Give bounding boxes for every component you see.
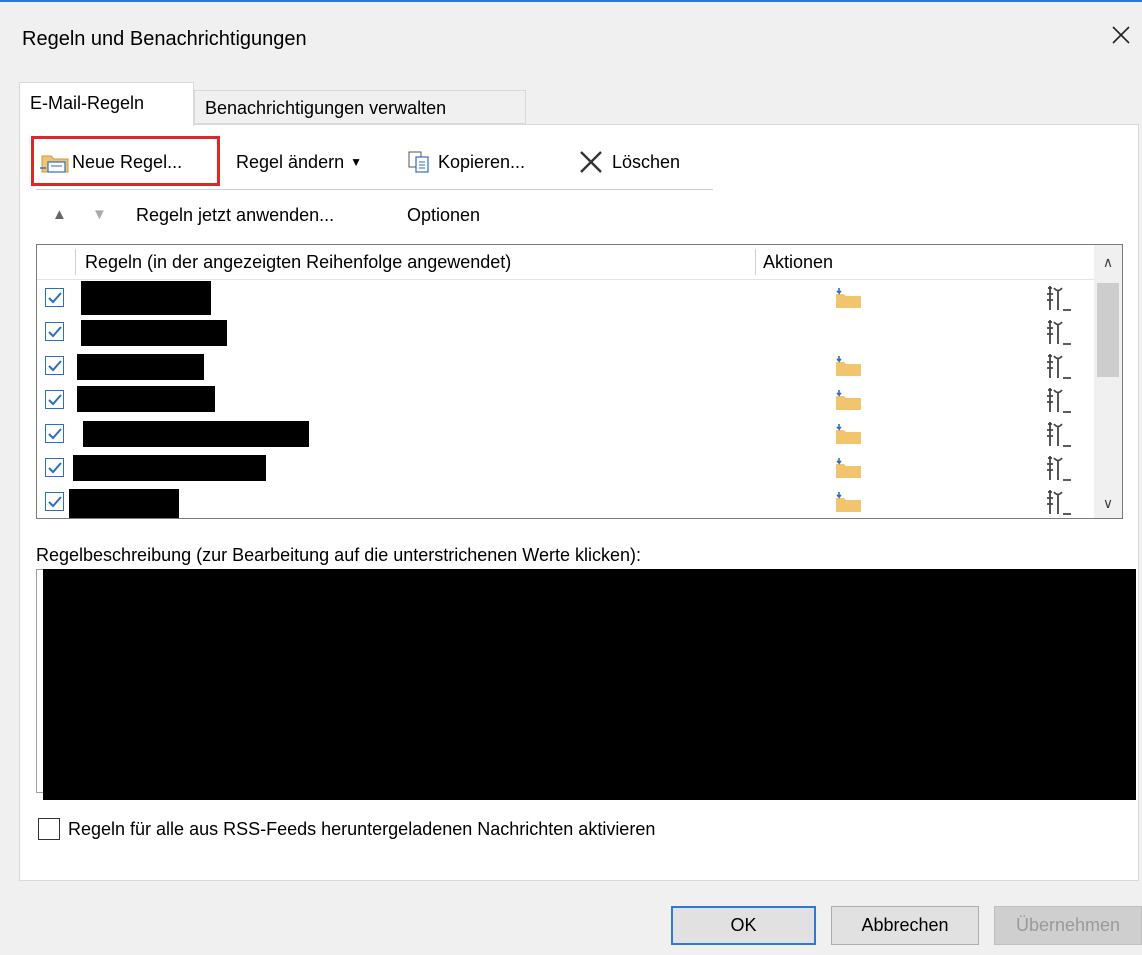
delete-icon	[580, 151, 602, 173]
checkmark-icon	[48, 394, 62, 406]
move-to-folder-icon	[836, 424, 861, 444]
checkmark-icon	[48, 462, 62, 474]
checkmark-icon	[48, 360, 62, 372]
rule-checkbox[interactable]	[45, 288, 64, 307]
copy-icon	[408, 151, 429, 173]
options-link[interactable]: Optionen	[407, 205, 480, 226]
scroll-thumb[interactable]	[1097, 283, 1119, 377]
apply-rules-now-link[interactable]: Regeln jetzt anwenden...	[136, 205, 334, 226]
dropdown-arrow-icon: ▼	[350, 155, 362, 169]
close-icon[interactable]	[1106, 20, 1136, 50]
rule-checkbox[interactable]	[45, 356, 64, 375]
checkmark-icon	[48, 292, 62, 304]
move-to-folder-icon	[836, 288, 861, 308]
rules-list[interactable]: Regeln (in der angezeigten Reihenfolge a…	[36, 244, 1123, 519]
apply-button[interactable]: Übernehmen	[994, 906, 1142, 945]
rule-name-redacted	[81, 281, 211, 315]
rule-type-icon	[1047, 354, 1071, 379]
header-divider	[755, 249, 756, 275]
cancel-button[interactable]: Abbrechen	[831, 906, 979, 945]
checkmark-icon	[48, 428, 62, 440]
column-header-actions[interactable]: Aktionen	[763, 245, 833, 279]
rule-name-redacted	[77, 386, 215, 412]
rss-checkbox-label: Regeln für alle aus RSS-Feeds herunterge…	[68, 818, 656, 839]
rss-checkbox[interactable]	[38, 818, 60, 840]
dialog-title: Regeln und Benachrichtigungen	[22, 28, 307, 50]
rule-type-icon	[1047, 490, 1071, 515]
move-up-icon[interactable]: ▲	[52, 206, 67, 223]
table-row[interactable]	[37, 417, 1094, 451]
rule-checkbox[interactable]	[45, 492, 64, 511]
change-rule-label: Regel ändern	[236, 152, 345, 172]
change-rule-dropdown[interactable]: Regel ändern ▼	[236, 140, 362, 184]
window-top-border	[0, 0, 1142, 2]
rule-type-icon	[1047, 422, 1071, 447]
table-row[interactable]	[37, 281, 1094, 315]
rule-name-redacted	[69, 489, 179, 518]
rule-description-redacted	[43, 569, 1136, 800]
rss-rules-option[interactable]: Regeln für alle aus RSS-Feeds herunterge…	[38, 818, 655, 840]
move-to-folder-icon	[836, 356, 861, 376]
ok-button[interactable]: OK	[671, 906, 816, 945]
rules-list-header: Regeln (in der angezeigten Reihenfolge a…	[37, 245, 1094, 280]
tab-manage-alerts[interactable]: Benachrichtigungen verwalten	[194, 90, 526, 124]
header-divider	[75, 249, 76, 275]
new-rule-button[interactable]: Neue Regel...	[40, 140, 182, 184]
new-rule-label: Neue Regel...	[72, 152, 183, 172]
move-down-icon[interactable]: ▼	[92, 206, 107, 223]
rule-name-redacted	[73, 455, 266, 481]
new-rule-icon	[40, 155, 69, 173]
rules-list-scrollbar[interactable]: ∧ ∨	[1094, 245, 1122, 518]
delete-button[interactable]: Löschen	[576, 140, 680, 184]
move-to-folder-icon	[836, 492, 861, 512]
rule-name-redacted	[81, 320, 227, 346]
scroll-down-icon[interactable]: ∨	[1094, 488, 1122, 518]
rule-type-icon	[1047, 456, 1071, 481]
rule-name-redacted	[77, 354, 204, 380]
copy-label: Kopieren...	[438, 152, 526, 172]
copy-button[interactable]: Kopieren...	[406, 140, 525, 184]
rule-type-icon	[1047, 388, 1071, 413]
table-row[interactable]	[37, 485, 1094, 518]
rule-checkbox[interactable]	[45, 458, 64, 477]
rule-type-icon	[1047, 320, 1071, 345]
rule-checkbox[interactable]	[45, 390, 64, 409]
rule-checkbox[interactable]	[45, 322, 64, 341]
table-row[interactable]	[37, 349, 1094, 383]
table-row[interactable]	[37, 315, 1094, 349]
table-row[interactable]	[37, 383, 1094, 417]
checkmark-icon	[48, 496, 62, 508]
toolbar-divider	[36, 189, 713, 190]
checkmark-icon	[48, 326, 62, 338]
move-to-folder-icon	[836, 458, 861, 478]
move-to-folder-icon	[836, 390, 861, 410]
table-row[interactable]	[37, 451, 1094, 485]
scroll-up-icon[interactable]: ∧	[1094, 247, 1122, 277]
rule-checkbox[interactable]	[45, 424, 64, 443]
rule-name-redacted	[83, 421, 309, 447]
column-header-rules[interactable]: Regeln (in der angezeigten Reihenfolge a…	[85, 245, 511, 279]
tab-email-rules[interactable]: E-Mail-Regeln	[19, 82, 194, 126]
rule-description-label: Regelbeschreibung (zur Bearbeitung auf d…	[36, 545, 642, 565]
delete-label: Löschen	[612, 152, 681, 172]
rule-type-icon	[1047, 286, 1071, 311]
